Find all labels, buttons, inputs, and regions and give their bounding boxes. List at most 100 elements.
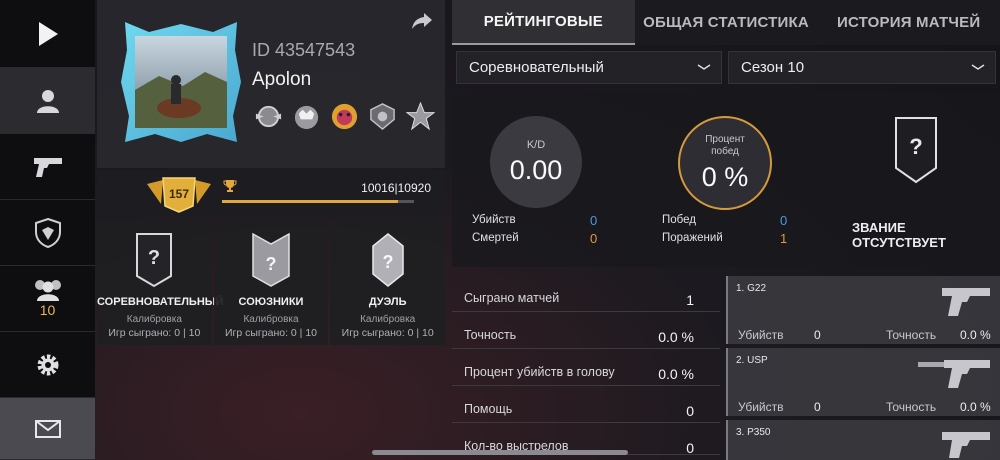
tab-ranked[interactable]: РЕЙТИНГОВЫЕ: [452, 0, 635, 45]
svg-text:?: ?: [382, 252, 393, 272]
weapon-kills-value: 0: [814, 400, 821, 414]
pistol-icon: [942, 288, 990, 316]
user-icon: [36, 89, 59, 113]
rank-card-allies[interactable]: ? СОЮЗНИКИ Калибровка Игр сыграно: 0 | 1…: [213, 220, 329, 345]
rank-title: СОЮЗНИКИ: [238, 296, 304, 308]
rank-cards: ? СОРЕВНОВАТЕЛЬНЫЙ Калибровка Игр сыгран…: [97, 220, 446, 345]
losses-label: Поражений: [662, 232, 723, 244]
xp-text: 10016|10920: [361, 181, 431, 195]
stat-value: 1: [686, 292, 694, 308]
no-rank-icon: ?: [895, 117, 937, 184]
weapon-kills-label: Убийств: [738, 400, 784, 414]
rank-games: Игр сыграно: 0 | 10: [341, 327, 434, 339]
weapon-kills-label: Убийств: [738, 328, 784, 342]
play-button[interactable]: [0, 0, 95, 68]
list-item: Точность 0.0 %: [452, 312, 720, 349]
xp-progress-track: [222, 200, 414, 203]
winrate-circle: Процент побед 0 %: [678, 116, 772, 210]
winrate-value: 0 %: [701, 161, 749, 192]
wins-label: Побед: [662, 214, 696, 226]
rank-status-text: ЗВАНИЕ ОТСУТСТВУЕТ: [852, 220, 946, 250]
weapon-accuracy-label: Точность: [886, 400, 937, 414]
summary-panel: K/D 0.00 Процент побед 0 % Убийств 0 Сме…: [452, 92, 1000, 267]
mail-button[interactable]: [0, 398, 95, 460]
stat-label: Точность: [464, 328, 517, 342]
winrate-label: Процент побед: [705, 133, 745, 157]
tab-match-history[interactable]: ИСТОРИЯ МАТЧЕЙ: [817, 0, 1000, 45]
rank-title: СОРЕВНОВАТЕЛЬНЫЙ: [97, 296, 224, 308]
rank-card-duel[interactable]: ? ДУЭЛЬ Калибровка Игр сыграно: 0 | 10: [330, 220, 446, 345]
kd-circle: K/D 0.00: [490, 116, 582, 208]
weapon-name: 3. P350: [736, 427, 771, 438]
rank-status: Калибровка: [126, 314, 182, 325]
home-indicator[interactable]: [372, 450, 628, 455]
gear-icon: [37, 354, 58, 375]
xp-progress-fill: [222, 200, 399, 203]
profile-button[interactable]: [0, 68, 95, 134]
profile-panel: ID 43547543 Apolon: [97, 0, 445, 168]
wins-value: 0: [780, 213, 788, 228]
stat-label: Помощь: [464, 402, 513, 416]
group-icon: [34, 280, 61, 301]
weapon-stats-list: 1. G22 Убийств 0 Точность 0.0 % 2. USP У…: [726, 276, 1000, 460]
weapons-button[interactable]: [0, 134, 95, 200]
clan-button[interactable]: [0, 200, 95, 266]
settings-button[interactable]: [0, 332, 95, 398]
weapon-accuracy-label: Точность: [886, 328, 937, 342]
stat-label: Процент убийств в голову: [464, 365, 615, 379]
level-number: 157: [169, 187, 189, 201]
season-select-value: Сезон 10: [741, 59, 805, 76]
kills-value: 0: [590, 213, 598, 228]
season-select[interactable]: Сезон 10: [728, 51, 996, 84]
kd-label: K/D: [526, 138, 546, 151]
sidebar: 10: [0, 0, 95, 460]
friends-count: 10: [39, 302, 56, 318]
level-bar: 157 10016|10920: [97, 170, 445, 218]
stat-value: 0: [686, 440, 694, 456]
player-id: ID 43547543: [252, 40, 356, 60]
shield-icon: [34, 217, 61, 248]
mode-select[interactable]: Соревновательный: [456, 51, 722, 84]
weapon-card[interactable]: 2. USP Убийств 0 Точность 0.0 %: [726, 348, 1000, 416]
stat-value: 0: [686, 403, 694, 419]
trophy-icon: [223, 180, 237, 192]
avatar[interactable]: [119, 20, 243, 144]
weapon-name: 1. G22: [736, 283, 767, 294]
mode-select-value: Соревновательный: [469, 59, 604, 76]
weapon-card[interactable]: 1. G22 Убийств 0 Точность 0.0 %: [726, 276, 1000, 344]
achievement-badges: [254, 102, 435, 131]
stat-value: 0.0 %: [658, 366, 694, 382]
chevron-down-icon: [971, 64, 985, 70]
weapon-kills-value: 0: [814, 328, 821, 342]
mail-icon: [34, 419, 61, 438]
badge-crown-icon[interactable]: [292, 102, 321, 131]
badge-tiger-icon[interactable]: [330, 102, 359, 131]
rank-title: ДУЭЛЬ: [368, 296, 407, 308]
rank-status: Калибровка: [360, 314, 416, 325]
rank-status: Калибровка: [243, 314, 299, 325]
stats-tabs: РЕЙТИНГОВЫЕ ОБЩАЯ СТАТИСТИКА ИСТОРИЯ МАТ…: [452, 0, 1000, 45]
badge-star-icon[interactable]: [406, 102, 435, 131]
weapon-accuracy-value: 0.0 %: [960, 328, 991, 342]
weapon-accuracy-value: 0.0 %: [960, 400, 991, 414]
svg-text:?: ?: [266, 254, 277, 274]
badge-wings-icon[interactable]: [254, 102, 283, 131]
silenced-pistol-icon: [918, 360, 990, 388]
list-item: Сыграно матчей 1: [452, 275, 720, 312]
badge-emblem-icon[interactable]: [368, 102, 397, 131]
unranked-badge-icon: ?: [252, 232, 290, 287]
pistol-icon: [33, 157, 62, 177]
tab-overall-stats[interactable]: ОБЩАЯ СТАТИСТИКА: [635, 0, 818, 45]
svg-text:?: ?: [148, 247, 160, 269]
rank-card-competitive[interactable]: ? СОРЕВНОВАТЕЛЬНЫЙ Калибровка Игр сыгран…: [97, 220, 224, 345]
weapon-card[interactable]: 3. P350: [726, 420, 1000, 460]
kd-value: 0.00: [509, 154, 563, 185]
level-badge: 157: [147, 177, 211, 213]
friends-button[interactable]: 10: [0, 266, 95, 332]
rank-games: Игр сыграно: 0 | 10: [225, 327, 317, 339]
deaths-value: 0: [590, 231, 598, 246]
weapon-name: 2. USP: [736, 355, 768, 366]
stat-label: Сыграно матчей: [464, 291, 560, 305]
share-icon[interactable]: [411, 12, 433, 30]
kills-label: Убийств: [472, 214, 516, 226]
